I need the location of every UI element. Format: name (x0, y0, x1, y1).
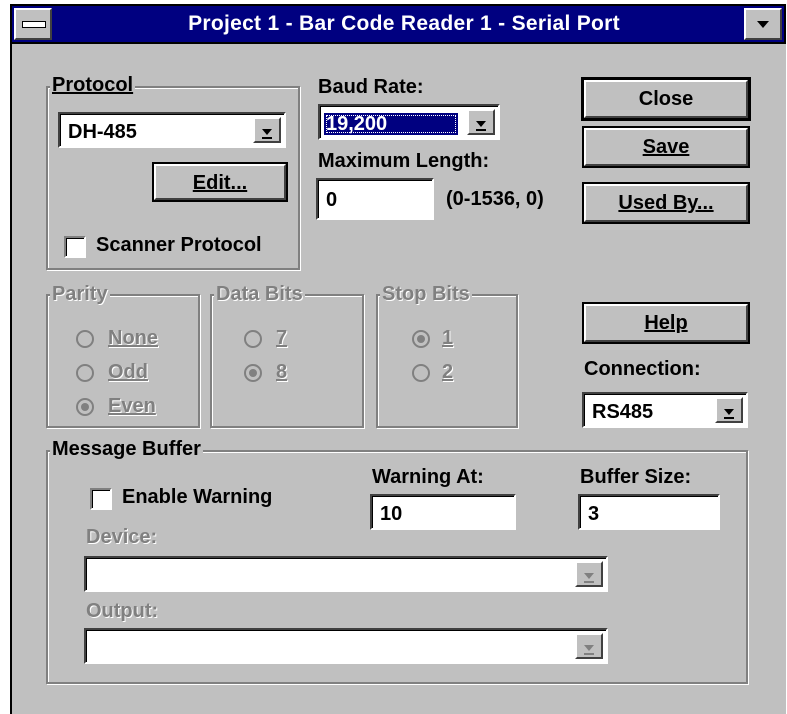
data-bits-7-label: 7 (276, 327, 288, 349)
close-button[interactable]: Close (584, 80, 748, 118)
scanner-protocol-checkbox[interactable] (64, 236, 86, 258)
stop-bits-group-label: Stop Bits (380, 283, 472, 305)
minimize-icon (757, 21, 769, 28)
maximum-length-range: (0-1536, 0) (446, 188, 544, 210)
protocol-group-label: Protocol (50, 74, 136, 96)
minimize-button[interactable] (744, 8, 782, 40)
stop-bits-1-radio[interactable] (412, 330, 430, 348)
enable-warning-label: Enable Warning (122, 486, 273, 508)
protocol-value: DH-485 (68, 121, 137, 143)
dropdown-button[interactable] (715, 397, 743, 423)
stop-bits-2-label: 2 (442, 361, 454, 383)
baud-rate-label: Baud Rate: (318, 76, 424, 98)
device-label: Device: (86, 526, 158, 548)
connection-value: RS485 (592, 401, 654, 423)
data-bits-8-radio[interactable] (244, 364, 262, 382)
connection-dropdown[interactable]: RS485 (582, 392, 748, 428)
system-menu-button[interactable] (14, 8, 52, 40)
save-button[interactable]: Save (584, 128, 748, 166)
stop-bits-2-radio[interactable] (412, 364, 430, 382)
baud-rate-dropdown[interactable]: 19,200 (318, 104, 500, 140)
baud-rate-value: 19,200 (324, 113, 458, 135)
stop-bits-1-label: 1 (442, 327, 454, 349)
device-dropdown[interactable] (84, 556, 608, 592)
parity-even-radio[interactable] (76, 398, 94, 416)
connection-label: Connection: (584, 358, 701, 380)
title-bar: Project 1 - Bar Code Reader 1 - Serial P… (10, 4, 786, 44)
enable-warning-checkbox[interactable] (90, 488, 112, 510)
warning-at-input[interactable]: 10 (370, 494, 516, 530)
protocol-dropdown[interactable]: DH-485 (58, 112, 286, 148)
help-button[interactable]: Help (584, 304, 748, 342)
message-buffer-group-label: Message Buffer (50, 438, 203, 460)
maximum-length-label: Maximum Length: (318, 150, 490, 172)
down-arrow-icon (584, 645, 594, 655)
parity-none-radio[interactable] (76, 330, 94, 348)
window-title: Project 1 - Bar Code Reader 1 - Serial P… (188, 12, 620, 35)
parity-none-label: None (108, 327, 158, 349)
edit-button[interactable]: Edit... (154, 164, 286, 200)
system-menu-icon (22, 21, 46, 28)
dropdown-button[interactable] (253, 117, 281, 143)
down-arrow-icon (476, 121, 486, 131)
output-label: Output: (86, 600, 159, 622)
dropdown-button[interactable] (575, 633, 603, 659)
output-dropdown[interactable] (84, 628, 608, 664)
data-bits-7-radio[interactable] (244, 330, 262, 348)
scanner-protocol-label: Scanner Protocol (96, 234, 262, 256)
parity-group-label: Parity (50, 283, 110, 305)
warning-at-label: Warning At: (372, 466, 484, 488)
dropdown-button[interactable] (575, 561, 603, 587)
dropdown-button[interactable] (467, 109, 495, 135)
data-bits-8-label: 8 (276, 361, 288, 383)
parity-even-label: Even (108, 395, 156, 417)
down-arrow-icon (584, 573, 594, 583)
down-arrow-icon (262, 129, 272, 139)
parity-odd-radio[interactable] (76, 364, 94, 382)
used-by-button[interactable]: Used By... (584, 184, 748, 222)
buffer-size-label: Buffer Size: (580, 466, 692, 488)
buffer-size-input[interactable]: 3 (578, 494, 720, 530)
data-bits-group-label: Data Bits (214, 283, 305, 305)
down-arrow-icon (724, 409, 734, 419)
maximum-length-input[interactable]: 0 (316, 178, 434, 220)
parity-odd-label: Odd (108, 361, 148, 383)
